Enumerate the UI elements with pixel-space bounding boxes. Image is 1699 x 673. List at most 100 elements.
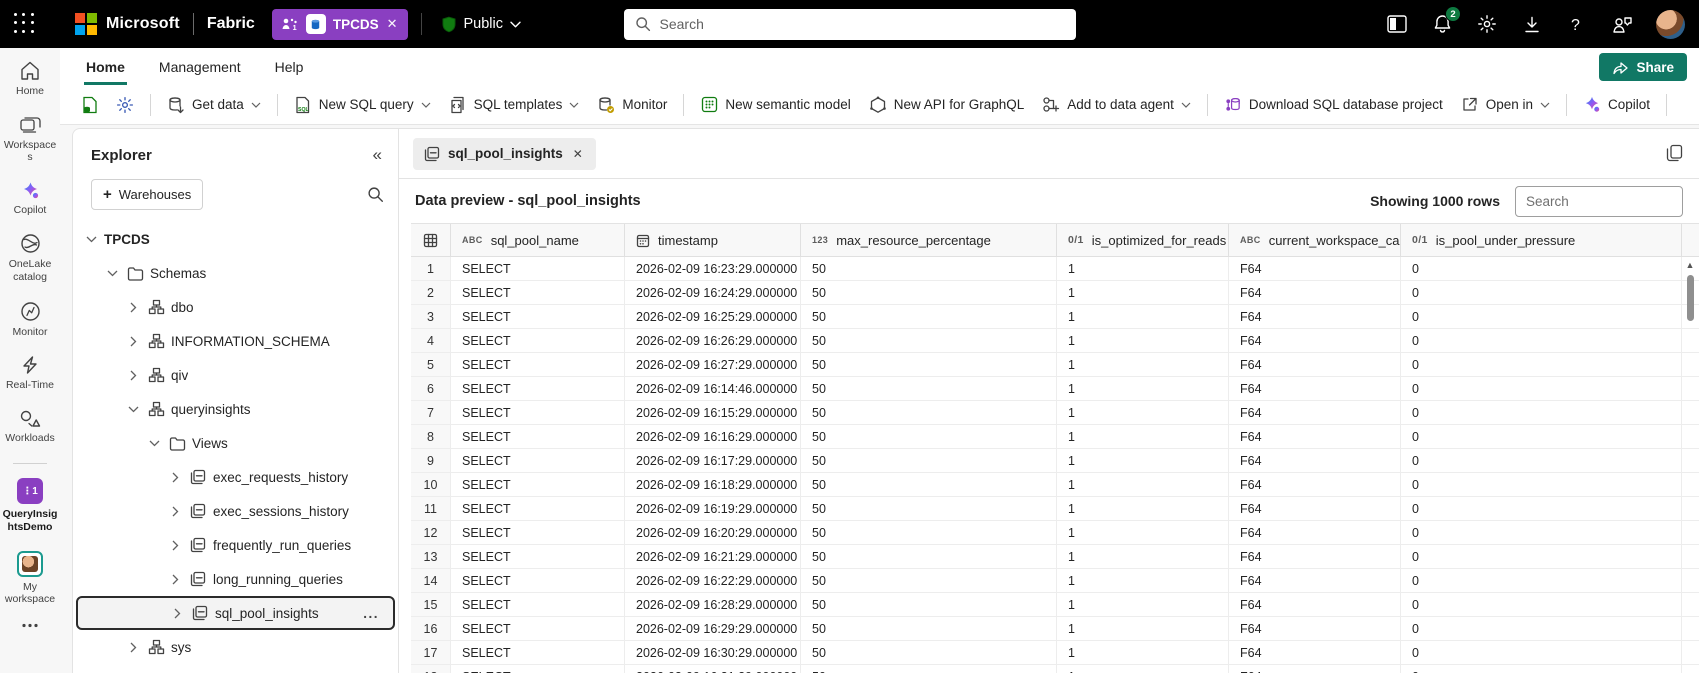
tree-item-icon[interactable] (73, 664, 398, 673)
tree-item-frequently-run-queries[interactable]: frequently_run_queries (73, 528, 398, 562)
side-pane-toggle-icon[interactable] (1386, 13, 1408, 35)
table-cell[interactable]: 50 (801, 473, 1057, 496)
table-cell[interactable]: 2026-02-09 16:30:29.000000 (625, 641, 801, 664)
table-cell[interactable]: F64 (1229, 641, 1401, 664)
table-cell[interactable]: 50 (801, 569, 1057, 592)
rail-item-my-workspace[interactable]: My workspace (1, 550, 59, 606)
help-icon[interactable]: ? (1566, 13, 1588, 35)
table-cell[interactable]: 50 (801, 281, 1057, 304)
table-cell[interactable]: F64 (1229, 425, 1401, 448)
close-item-icon[interactable]: ✕ (386, 16, 399, 32)
table-cell[interactable]: 2026-02-09 16:18:29.000000 (625, 473, 801, 496)
row-number-cell[interactable]: 9 (411, 449, 451, 472)
chevron-right-icon[interactable] (167, 472, 183, 483)
table-cell[interactable]: F64 (1229, 617, 1401, 640)
notifications-button[interactable]: 2 (1431, 6, 1461, 35)
tab-sql-pool-insights[interactable]: sql_pool_insights ✕ (413, 137, 596, 170)
app-launcher-icon[interactable] (14, 13, 36, 35)
row-number-cell[interactable]: 17 (411, 641, 451, 664)
table-cell[interactable]: 50 (801, 641, 1057, 664)
table-cell[interactable]: 0 (1401, 257, 1682, 280)
table-cell[interactable]: SELECT (451, 401, 625, 424)
collapse-pane-icon[interactable]: « (373, 145, 382, 165)
rail-item-monitor[interactable]: Monitor (1, 301, 59, 339)
row-number-cell[interactable]: 5 (411, 353, 451, 376)
column-header-sql-pool-name[interactable]: ABC sql_pool_name (451, 224, 625, 256)
explorer-search-icon[interactable] (367, 186, 384, 203)
row-number-cell[interactable]: 1 (411, 257, 451, 280)
table-cell[interactable]: 2026-02-09 16:17:29.000000 (625, 449, 801, 472)
table-cell[interactable]: SELECT (451, 425, 625, 448)
table-cell[interactable]: 2026-02-09 16:15:29.000000 (625, 401, 801, 424)
tree-item-schemas[interactable]: Schemas (73, 256, 398, 290)
table-cell[interactable]: 2026-02-09 16:28:29.000000 (625, 593, 801, 616)
table-cell[interactable]: 50 (801, 665, 1057, 673)
chevron-right-icon[interactable] (125, 336, 141, 347)
table-cell[interactable]: 2026-02-09 16:24:29.000000 (625, 281, 801, 304)
menu-tab-home[interactable]: Home (84, 51, 127, 85)
tree-item-qiv[interactable]: qiv (73, 358, 398, 392)
toolbar-download-sql-database-project[interactable]: Download SQL database project (1216, 91, 1451, 119)
table-cell[interactable]: 1 (1057, 665, 1229, 673)
open-item-pill[interactable]: 1 TPCDS ✕ (271, 8, 408, 40)
row-number-cell[interactable]: 8 (411, 425, 451, 448)
close-tab-icon[interactable]: ✕ (571, 145, 585, 163)
table-cell[interactable]: 2026-02-09 16:14:46.000000 (625, 377, 801, 400)
table-cell[interactable]: SELECT (451, 497, 625, 520)
table-cell[interactable]: F64 (1229, 569, 1401, 592)
table-cell[interactable]: 1 (1057, 497, 1229, 520)
table-cell[interactable]: F64 (1229, 545, 1401, 568)
table-cell[interactable]: SELECT (451, 353, 625, 376)
tree-item-dbo[interactable]: dbo (73, 290, 398, 324)
toolbar-sql-templates[interactable]: SQL templates (441, 91, 588, 119)
table-cell[interactable]: SELECT (451, 449, 625, 472)
tree-item-tpcds[interactable]: TPCDS (73, 222, 398, 256)
settings-gear-icon[interactable] (1476, 13, 1498, 35)
chevron-right-icon[interactable] (125, 302, 141, 313)
scrollbar-thumb[interactable] (1686, 275, 1694, 321)
row-number-cell[interactable]: 6 (411, 377, 451, 400)
table-cell[interactable]: 0 (1401, 545, 1682, 568)
toolbar-get-data[interactable]: Get data (159, 91, 269, 119)
table-cell[interactable]: SELECT (451, 545, 625, 568)
rail-item-queryinsightsdemo[interactable]: ⋮1 QueryInsightsDemo (1, 478, 59, 533)
table-cell[interactable]: 2026-02-09 16:31:29.000000 (625, 665, 801, 673)
table-cell[interactable]: SELECT (451, 569, 625, 592)
table-cell[interactable]: 50 (801, 545, 1057, 568)
toolbar-open-in[interactable]: Open in (1453, 91, 1558, 119)
row-number-cell[interactable]: 18 (411, 665, 451, 673)
table-cell[interactable]: 1 (1057, 449, 1229, 472)
chevron-down-icon[interactable] (83, 236, 99, 243)
table-cell[interactable]: 1 (1057, 521, 1229, 544)
table-cell[interactable]: 0 (1401, 329, 1682, 352)
table-cell[interactable]: 2026-02-09 16:21:29.000000 (625, 545, 801, 568)
table-cell[interactable]: SELECT (451, 377, 625, 400)
chevron-right-icon[interactable] (125, 642, 141, 653)
row-number-cell[interactable]: 2 (411, 281, 451, 304)
table-cell[interactable]: 2026-02-09 16:25:29.000000 (625, 305, 801, 328)
column-header-timestamp[interactable]: timestamp (625, 224, 801, 256)
column-header-current-workspace-capacity[interactable]: ABC current_workspace_capacity (1229, 224, 1401, 256)
table-cell[interactable]: SELECT (451, 305, 625, 328)
table-cell[interactable]: 50 (801, 377, 1057, 400)
table-cell[interactable]: SELECT (451, 593, 625, 616)
row-number-cell[interactable]: 14 (411, 569, 451, 592)
table-cell[interactable]: 50 (801, 257, 1057, 280)
rail-item-onelake-catalog[interactable]: OneLake catalog (1, 233, 59, 283)
chevron-right-icon[interactable] (167, 506, 183, 517)
table-cell[interactable]: 0 (1401, 401, 1682, 424)
column-header-max-resource-percentage[interactable]: 123 max_resource_percentage (801, 224, 1057, 256)
table-cell[interactable]: 1 (1057, 305, 1229, 328)
row-number-cell[interactable]: 15 (411, 593, 451, 616)
downloads-icon[interactable] (1521, 13, 1543, 35)
table-cell[interactable]: SELECT (451, 641, 625, 664)
rail-item-real-time[interactable]: Real-Time (1, 355, 59, 392)
table-cell[interactable]: F64 (1229, 353, 1401, 376)
toolbar-monitor[interactable]: Monitor (589, 91, 675, 119)
tree-item-queryinsights[interactable]: queryinsights (73, 392, 398, 426)
table-cell[interactable]: 0 (1401, 449, 1682, 472)
table-cell[interactable]: SELECT (451, 521, 625, 544)
table-cell[interactable]: 50 (801, 353, 1057, 376)
table-cell[interactable]: 1 (1057, 593, 1229, 616)
toolbar-save-db[interactable] (72, 91, 106, 119)
